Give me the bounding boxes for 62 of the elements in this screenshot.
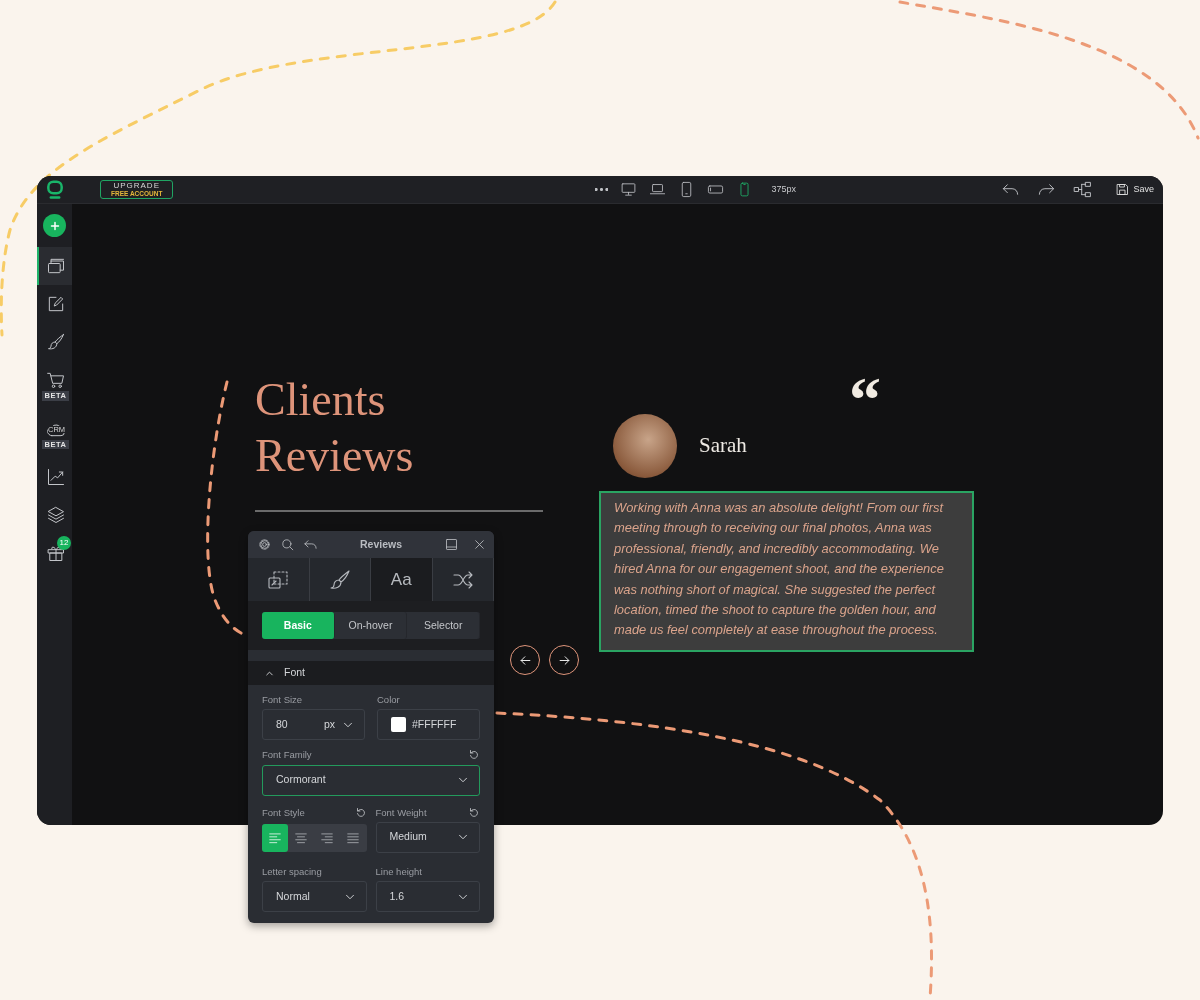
undo-button[interactable] — [303, 537, 318, 552]
field-label: Letter spacing — [262, 864, 322, 879]
font-family-dropdown[interactable]: Cormorant — [262, 764, 480, 796]
panel-tab[interactable] — [248, 558, 310, 601]
brush-icon — [45, 332, 66, 352]
device-button[interactable] — [620, 181, 638, 198]
font-section-header[interactable]: Font — [248, 661, 494, 685]
align-center-icon — [294, 830, 308, 845]
desktop-icon — [620, 181, 638, 198]
settings-icon — [257, 537, 272, 552]
panel-title: Reviews — [359, 536, 403, 552]
sidebar-item[interactable] — [37, 247, 72, 285]
layers-icon — [45, 505, 66, 525]
panel-tab[interactable] — [432, 558, 494, 601]
windows-icon — [45, 256, 66, 276]
save-button[interactable]: Save — [1115, 182, 1154, 197]
logo-icon[interactable] — [44, 179, 65, 200]
add-button[interactable] — [43, 214, 66, 237]
settings-button[interactable] — [257, 537, 272, 552]
reset-icon[interactable] — [468, 749, 480, 762]
reset-icon[interactable] — [354, 806, 367, 819]
search-button[interactable] — [280, 537, 295, 552]
mode-tab[interactable]: Selector — [407, 612, 480, 639]
gift-icon — [45, 543, 66, 563]
align-justify-icon — [346, 830, 360, 845]
close-icon — [473, 538, 486, 551]
minimize-icon — [444, 537, 459, 552]
align-left-icon — [268, 830, 282, 845]
field-label: Font Weight — [375, 805, 427, 820]
close-button[interactable] — [473, 538, 486, 551]
width-readout: 375px — [771, 182, 796, 196]
field-label: Color — [377, 693, 400, 707]
font-weight-dropdown[interactable]: Medium — [375, 821, 480, 853]
text-align-button[interactable] — [262, 823, 288, 852]
align-right-icon — [320, 830, 334, 845]
reviewer-name: Sarah — [699, 432, 747, 460]
line-height-dropdown[interactable]: 1.6 — [375, 881, 480, 912]
search-icon — [280, 537, 295, 552]
panel-tab[interactable] — [309, 558, 371, 601]
sitemap-button[interactable] — [1073, 180, 1093, 199]
count-badge: 12 — [57, 536, 71, 550]
chart-icon — [45, 467, 66, 487]
font-size-field[interactable]: 80 px — [262, 709, 365, 741]
field-label: Font Size — [262, 693, 303, 707]
section-heading: Clients Reviews — [255, 373, 415, 483]
reset-icon[interactable] — [468, 806, 480, 819]
quote-mark: “ — [849, 368, 881, 432]
field-label: Line height — [375, 864, 422, 879]
minimize-button[interactable] — [444, 537, 459, 552]
field-label: Font Style — [262, 805, 305, 820]
cart-icon — [45, 370, 66, 390]
letter-spacing-dropdown[interactable]: Normal — [262, 881, 367, 912]
more-icon — [595, 188, 609, 191]
panel-tab[interactable]: Aa — [371, 558, 433, 601]
sitemap-icon — [1073, 180, 1093, 199]
save-icon — [1115, 182, 1131, 197]
more-button[interactable] — [595, 188, 609, 191]
undo-icon — [303, 537, 318, 552]
mode-tab[interactable]: On-hover — [334, 612, 408, 639]
field-label: Font Family — [262, 748, 312, 763]
color-field[interactable]: #FFFFFF — [377, 709, 480, 741]
review-text: Working with Anna was an absolute delight! From our first meeting through to receiving our final photos, Anna was professional, friendly, and incredibly accommodating. We hired Anna for our engagement shoot, and the experience was nothing short of magical. She suggested the perfect location, timed the shoot to capture the golden hour, and made us feel completely at ease throughout the process. — [599, 491, 974, 652]
